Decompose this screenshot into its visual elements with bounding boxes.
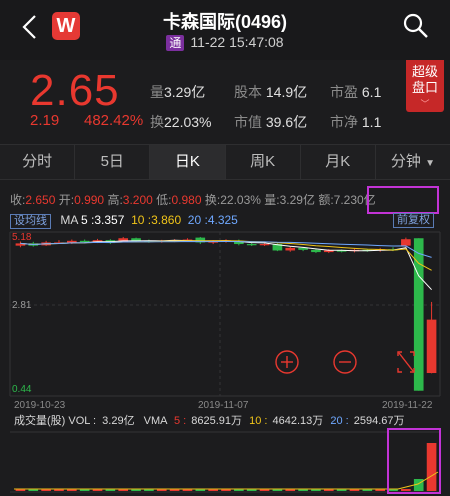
candle-body — [246, 244, 257, 246]
stat-volume: 量3.29亿 — [150, 84, 206, 100]
candle-body — [401, 239, 411, 246]
ma-legend: 设均线 MA 5 :3.357 10 :3.860 20 :4.325 — [10, 213, 238, 229]
dropdown-caret-icon: ▼ — [425, 158, 435, 169]
volume-bars-layer — [14, 443, 439, 491]
tab-daily-k[interactable]: 日K — [150, 145, 226, 179]
y-label-mid: 2.81 — [12, 300, 32, 311]
quote-panel: 2.65 2.19 482.42% 量3.29亿 股本 14.9亿 市盈 6.1… — [0, 60, 450, 140]
expand-icon[interactable] — [397, 351, 415, 373]
top-bar: W 卡森国际(0496) 通 11-22 15:47:08 — [0, 0, 450, 60]
stock-title: 卡森国际(0496) — [162, 12, 288, 32]
x-label-end: 2019-11-22 — [382, 400, 433, 411]
tab-intraday[interactable]: 分时 — [0, 145, 76, 179]
super-orderbook-button[interactable]: 超级 盘口 ﹀ — [406, 60, 444, 112]
candles-layer — [15, 236, 437, 391]
volume-highlight-box — [387, 428, 441, 494]
x-label-mid: 2019-11-07 — [198, 400, 249, 411]
tab-monthly-k[interactable]: 月K — [301, 145, 376, 179]
candle-body — [259, 244, 270, 246]
candle-body — [311, 249, 321, 253]
x-label-start: 2019-10-23 — [14, 400, 66, 411]
adjust-mode-button[interactable]: 前复权 — [393, 213, 434, 228]
price-change-pct: 482.42% — [84, 112, 144, 129]
zoom-in-button[interactable] — [275, 350, 299, 374]
stat-pe: 市盈 6.1 — [330, 84, 382, 100]
amount-highlight-box — [367, 186, 439, 214]
candle-body — [285, 247, 296, 251]
period-tabs: 分时 5日 日K 周K 月K 分钟 ▼ — [0, 144, 450, 180]
ma5-line — [20, 239, 432, 291]
stat-turnover: 换22.03% — [150, 114, 212, 130]
set-ma-button[interactable]: 设均线 — [10, 214, 51, 229]
candle-body — [413, 238, 424, 391]
stat-shares: 股本 14.9亿 — [234, 84, 308, 100]
market-badge: 通 — [166, 35, 185, 51]
vma-line — [14, 471, 439, 490]
tab-5day[interactable]: 5日 — [75, 145, 151, 179]
candle-body — [426, 319, 437, 374]
ma-lines-layer — [20, 239, 432, 291]
volume-legend: 成交量(股) VOL : 3.29亿 VMA 5 : 8625.91万 10 :… — [14, 413, 405, 427]
datetime: 11-22 15:47:08 — [190, 34, 284, 50]
subtitle: 通 11-22 15:47:08 — [0, 34, 450, 51]
y-label-low: 0.44 — [12, 384, 32, 395]
stat-pb: 市净 1.1 — [330, 114, 382, 130]
tab-weekly-k[interactable]: 周K — [226, 145, 301, 179]
zoom-out-button[interactable] — [333, 350, 357, 374]
price-change: 2.19 — [30, 112, 60, 129]
search-icon[interactable] — [402, 12, 430, 40]
chart-grid — [9, 231, 441, 493]
tab-minute[interactable]: 分钟 ▼ — [376, 145, 450, 179]
chevron-down-icon: ﹀ — [420, 99, 430, 109]
stat-mktcap: 市值 39.6亿 — [234, 114, 308, 130]
kline-chart[interactable]: 5.18 2.81 0.44 2019-10-23 2019-11-07 201… — [0, 228, 450, 496]
y-label-high: 5.18 — [12, 232, 32, 243]
current-price: 2.65 — [30, 66, 120, 115]
